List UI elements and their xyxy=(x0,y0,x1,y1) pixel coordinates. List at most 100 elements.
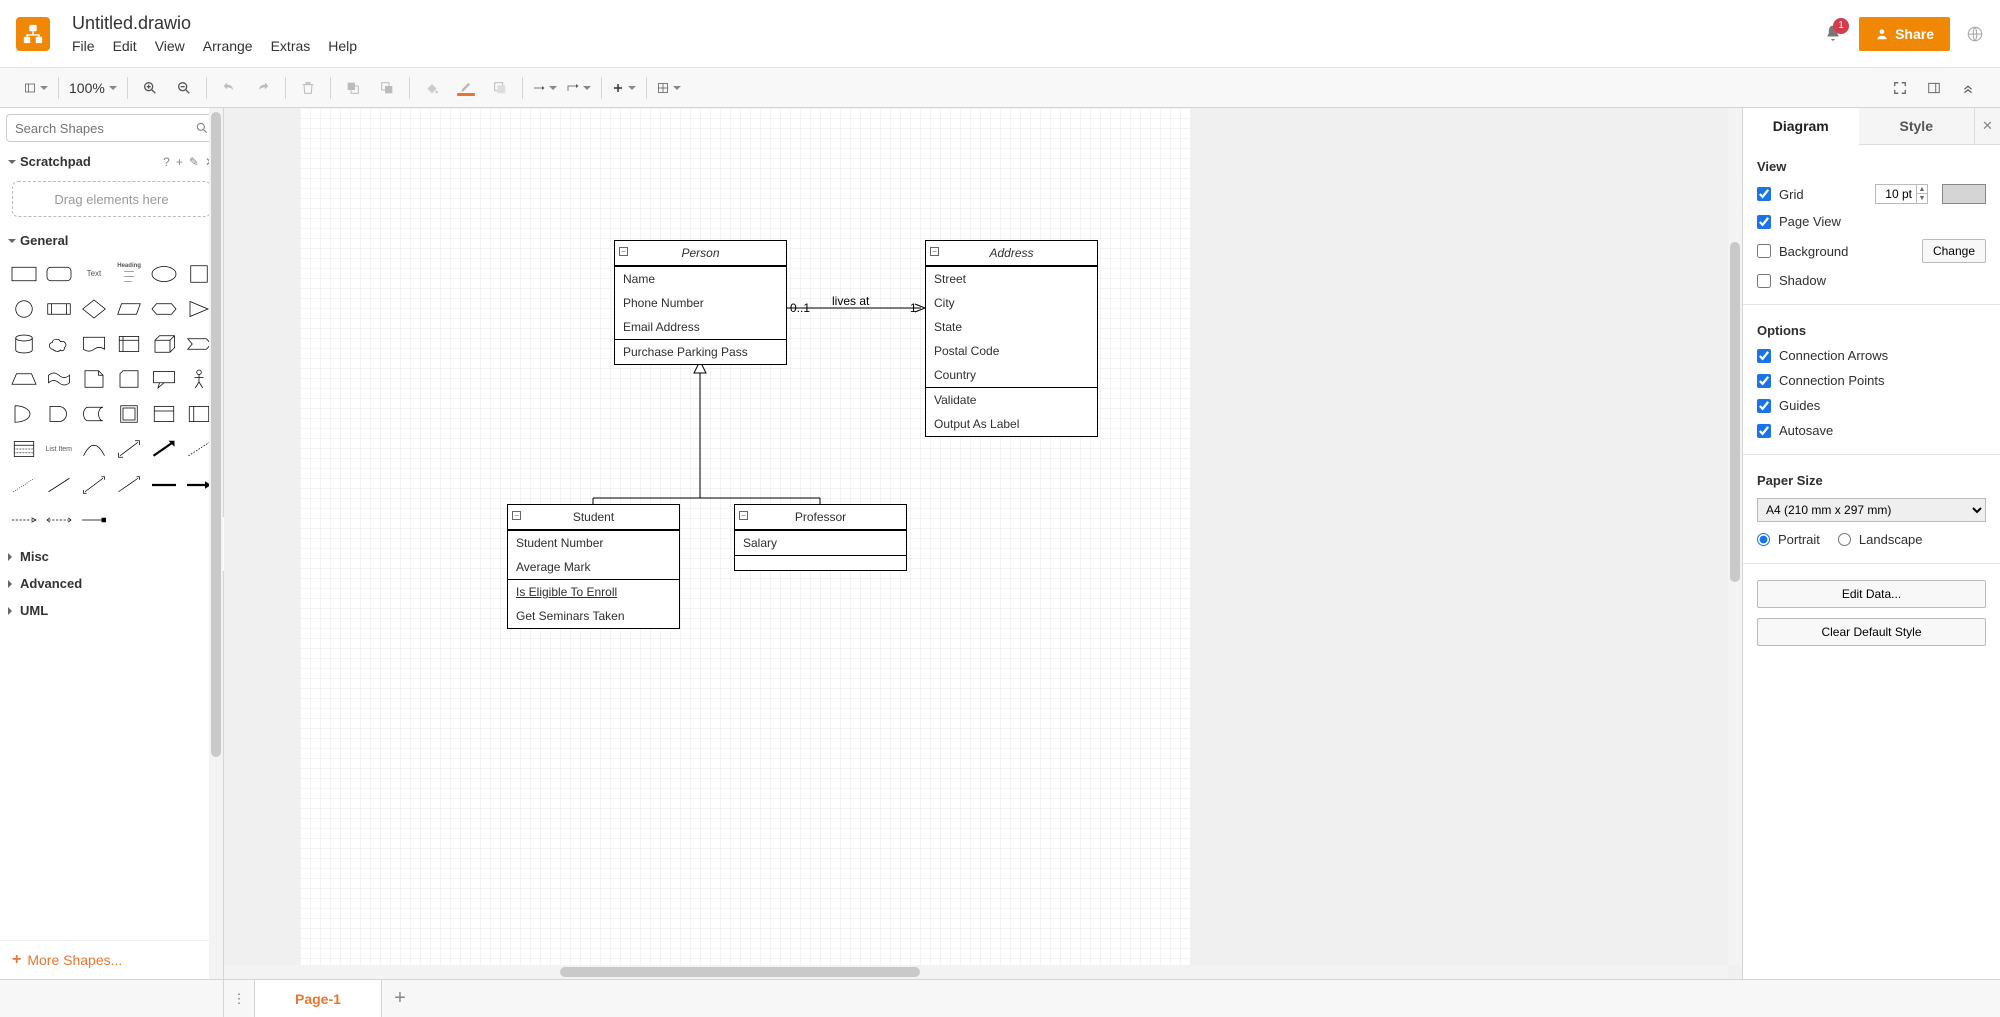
tab-diagram[interactable]: Diagram xyxy=(1743,108,1859,145)
menu-edit[interactable]: Edit xyxy=(113,38,137,54)
shape-trapezoid[interactable] xyxy=(8,364,39,395)
guides-checkbox[interactable] xyxy=(1757,399,1771,413)
shape-card[interactable] xyxy=(114,364,145,395)
shape-bidi-connector[interactable] xyxy=(78,469,109,500)
delete-button[interactable] xyxy=(296,76,320,100)
menu-arrange[interactable]: Arrange xyxy=(203,38,253,54)
page-view-checkbox[interactable] xyxy=(1757,215,1771,229)
shape-text[interactable]: Text xyxy=(78,258,109,289)
waypoint-style-button[interactable] xyxy=(567,76,591,100)
uml-header[interactable]: UML xyxy=(0,597,223,624)
uml-attr[interactable]: Salary xyxy=(735,531,906,555)
shape-diamond[interactable] xyxy=(78,293,109,324)
shape-directional-connector[interactable] xyxy=(114,469,145,500)
page-area[interactable]: −Person Name Phone Number Email Address … xyxy=(300,108,1190,979)
shape-callout[interactable] xyxy=(149,364,180,395)
uml-method[interactable]: Validate xyxy=(926,388,1097,412)
shadow-button[interactable] xyxy=(488,76,512,100)
autosave-checkbox[interactable] xyxy=(1757,424,1771,438)
tab-style[interactable]: Style xyxy=(1859,108,1975,145)
connection-style-button[interactable] xyxy=(533,76,557,100)
notifications-button[interactable]: 1 xyxy=(1823,24,1843,44)
shape-rectangle[interactable] xyxy=(8,258,39,289)
grid-color-swatch[interactable] xyxy=(1942,184,1986,204)
document-title[interactable]: Untitled.drawio xyxy=(72,13,357,34)
menu-file[interactable]: File xyxy=(72,38,95,54)
app-logo[interactable] xyxy=(16,17,50,51)
page-tab-1[interactable]: Page-1 xyxy=(254,980,382,1017)
uml-attr[interactable]: State xyxy=(926,315,1097,339)
edge-label-lives-at[interactable]: lives at xyxy=(832,294,869,308)
uml-class-professor[interactable]: −Professor Salary xyxy=(734,504,907,571)
page-menu-button[interactable]: ⋮ xyxy=(224,980,254,1017)
uml-method[interactable]: Get Seminars Taken xyxy=(508,604,679,628)
canvas-vscrollbar[interactable] xyxy=(1728,108,1742,965)
menu-view[interactable]: View xyxy=(155,38,185,54)
uml-attr[interactable]: Student Number xyxy=(508,531,679,555)
zoom-out-button[interactable] xyxy=(172,76,196,100)
shape-parallelogram[interactable] xyxy=(114,293,145,324)
share-button[interactable]: Share xyxy=(1859,17,1950,51)
shape-cube[interactable] xyxy=(149,328,180,359)
to-back-button[interactable] xyxy=(375,76,399,100)
scratchpad-dropzone[interactable]: Drag elements here xyxy=(12,181,211,217)
menu-extras[interactable]: Extras xyxy=(271,38,311,54)
scratchpad-header[interactable]: Scratchpad ? + ✎ ✕ xyxy=(0,148,223,175)
grid-size-input[interactable] xyxy=(1876,185,1916,203)
landscape-radio[interactable] xyxy=(1838,533,1851,546)
conn-points-checkbox[interactable] xyxy=(1757,374,1771,388)
uml-attr[interactable]: Country xyxy=(926,363,1097,387)
shape-cloud[interactable] xyxy=(43,328,74,359)
scratchpad-add[interactable]: + xyxy=(176,155,183,169)
shape-process[interactable] xyxy=(43,293,74,324)
uml-method[interactable]: Purchase Parking Pass xyxy=(615,340,786,364)
canvas-hscrollbar[interactable] xyxy=(224,965,1728,979)
panel-close-button[interactable]: ✕ xyxy=(1974,108,2000,145)
uml-class-address[interactable]: −Address Street City State Postal Code C… xyxy=(925,240,1098,437)
to-front-button[interactable] xyxy=(341,76,365,100)
sidebar-scrollbar[interactable] xyxy=(209,108,223,979)
format-panel-toggle[interactable] xyxy=(1922,76,1946,100)
shape-textbox[interactable]: Heading━━━━━━━━━━━ xyxy=(114,258,145,289)
collapse-icon[interactable]: − xyxy=(512,511,521,520)
uml-class-person[interactable]: −Person Name Phone Number Email Address … xyxy=(614,240,787,365)
shape-line[interactable] xyxy=(43,469,74,500)
shape-bidirectional-arrow[interactable] xyxy=(114,434,145,465)
shape-hexagon[interactable] xyxy=(149,293,180,324)
edge-multiplicity-left[interactable]: 0..1 xyxy=(790,301,810,315)
clear-default-style-button[interactable]: Clear Default Style xyxy=(1757,618,1986,646)
shape-thin-arrow-h[interactable] xyxy=(8,504,39,535)
uml-class-student[interactable]: −Student Student Number Average Mark Is … xyxy=(507,504,680,629)
undo-button[interactable] xyxy=(217,76,241,100)
shape-list[interactable] xyxy=(8,434,39,465)
shape-container[interactable] xyxy=(114,399,145,430)
uml-attr[interactable]: Postal Code xyxy=(926,339,1097,363)
scratchpad-help[interactable]: ? xyxy=(163,155,170,169)
change-background-button[interactable]: Change xyxy=(1922,239,1986,263)
grid-step-down[interactable]: ▼ xyxy=(1917,194,1927,203)
search-shapes-input[interactable] xyxy=(6,114,217,142)
uml-method[interactable]: Output As Label xyxy=(926,412,1097,436)
shape-list-item[interactable]: List Item xyxy=(43,434,74,465)
advanced-header[interactable]: Advanced xyxy=(0,570,223,597)
add-page-button[interactable]: + xyxy=(382,980,418,1017)
shape-note[interactable] xyxy=(78,364,109,395)
table-button[interactable] xyxy=(657,76,681,100)
redo-button[interactable] xyxy=(251,76,275,100)
shape-cylinder[interactable] xyxy=(8,328,39,359)
scratchpad-edit[interactable]: ✎ xyxy=(189,155,199,169)
conn-arrows-checkbox[interactable] xyxy=(1757,349,1771,363)
shape-curve[interactable] xyxy=(78,434,109,465)
shape-circle[interactable] xyxy=(8,293,39,324)
background-checkbox[interactable] xyxy=(1757,244,1771,258)
uml-attr[interactable]: Average Mark xyxy=(508,555,679,579)
shape-data-storage[interactable] xyxy=(78,399,109,430)
shape-titled-rect[interactable] xyxy=(149,399,180,430)
shape-thin-bidi-h[interactable] xyxy=(43,504,74,535)
line-color-button[interactable] xyxy=(454,76,478,100)
zoom-in-button[interactable] xyxy=(138,76,162,100)
fullscreen-button[interactable] xyxy=(1888,76,1912,100)
insert-button[interactable] xyxy=(612,76,636,100)
edit-data-button[interactable]: Edit Data... xyxy=(1757,580,1986,608)
shape-ellipse[interactable] xyxy=(149,258,180,289)
